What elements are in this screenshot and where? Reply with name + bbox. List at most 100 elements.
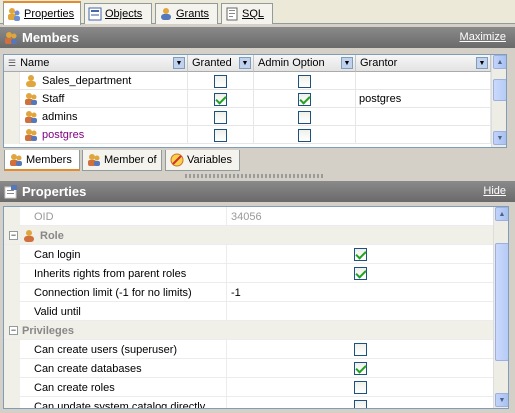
member-name: admins bbox=[42, 111, 78, 123]
scroll-up-button[interactable]: ▲ bbox=[493, 55, 506, 69]
properties-icon bbox=[4, 184, 18, 199]
admin-option-checkbox[interactable] bbox=[298, 74, 311, 88]
inherits-checkbox[interactable] bbox=[354, 267, 367, 280]
properties-scrollbar[interactable]: ▲ ▼ bbox=[493, 207, 508, 408]
tab-grants[interactable]: Grants bbox=[155, 3, 218, 24]
row-indicator bbox=[4, 126, 20, 144]
members-title: Members bbox=[22, 30, 80, 45]
grantor-cell bbox=[356, 72, 491, 90]
update-catalog-checkbox[interactable] bbox=[354, 400, 367, 408]
category-role[interactable]: − Role bbox=[4, 226, 493, 245]
table-row[interactable]: Staff postgres bbox=[4, 90, 491, 108]
group-icon bbox=[24, 110, 38, 124]
property-value bbox=[228, 340, 493, 359]
scroll-down-button[interactable]: ▼ bbox=[493, 131, 506, 145]
scroll-down-button[interactable]: ▼ bbox=[495, 393, 508, 407]
granted-checkbox[interactable] bbox=[214, 74, 227, 88]
property-label: Can create roles bbox=[4, 378, 227, 397]
tab-members-label: Members bbox=[26, 153, 72, 166]
collapse-icon[interactable]: − bbox=[9, 231, 18, 240]
tab-members[interactable]: Members bbox=[4, 150, 80, 171]
column-admin-label: Admin Option bbox=[258, 57, 325, 69]
scroll-thumb[interactable] bbox=[493, 79, 506, 101]
top-tab-bar: Properties Objects Grants SQL bbox=[0, 0, 515, 25]
property-label: Can update system catalog directly bbox=[4, 397, 227, 408]
column-name-label: Name bbox=[20, 57, 50, 69]
objects-icon bbox=[88, 7, 102, 21]
chevron-down-icon[interactable]: ▼ bbox=[341, 57, 353, 69]
granted-checkbox[interactable] bbox=[214, 92, 227, 106]
table-row[interactable]: admins bbox=[4, 108, 491, 126]
tab-variables[interactable]: Variables bbox=[165, 150, 240, 171]
create-roles-checkbox[interactable] bbox=[354, 381, 367, 394]
admin-option-checkbox[interactable] bbox=[298, 110, 311, 124]
category-label: Role bbox=[40, 229, 64, 242]
collapse-icon[interactable]: − bbox=[9, 326, 18, 335]
tab-grants-label: Grants bbox=[176, 8, 210, 20]
tab-variables-label: Variables bbox=[187, 154, 233, 166]
property-row-create-roles[interactable]: Can create roles bbox=[4, 378, 493, 397]
tab-member-of[interactable]: Member of bbox=[82, 150, 162, 171]
property-value: 34056 bbox=[231, 210, 262, 223]
property-row-oid[interactable]: OID 34056 bbox=[4, 207, 493, 226]
splitter-handle[interactable] bbox=[185, 174, 325, 178]
property-label: Can login bbox=[4, 245, 227, 264]
valid-until-field[interactable] bbox=[228, 302, 493, 321]
property-value bbox=[228, 245, 493, 264]
members-grid: ☰ Name ▼ Granted ▼ Admin Option ▼ Granto… bbox=[3, 54, 507, 148]
property-value bbox=[228, 378, 493, 397]
scroll-up-button[interactable]: ▲ bbox=[495, 207, 508, 221]
column-header-admin-option[interactable]: Admin Option ▼ bbox=[254, 55, 356, 72]
admin-option-cell bbox=[254, 126, 356, 144]
granted-cell bbox=[188, 108, 254, 126]
user-icon bbox=[159, 7, 173, 21]
property-row-create-databases[interactable]: Can create databases bbox=[4, 359, 493, 378]
tab-sql[interactable]: SQL bbox=[221, 3, 273, 24]
member-name-cell: Sales_department bbox=[20, 72, 188, 90]
admin-option-checkbox[interactable] bbox=[298, 92, 311, 106]
can-login-checkbox[interactable] bbox=[354, 248, 367, 261]
members-scrollbar[interactable]: ▲ ▼ bbox=[491, 55, 506, 147]
property-row-update-catalog[interactable]: Can update system catalog directly bbox=[4, 397, 493, 408]
property-row-can-login[interactable]: Can login bbox=[4, 245, 493, 264]
member-name: Staff bbox=[42, 93, 65, 105]
user-group-icon bbox=[7, 7, 21, 21]
chevron-down-icon[interactable]: ▼ bbox=[239, 57, 251, 69]
granted-checkbox[interactable] bbox=[214, 110, 227, 124]
admin-option-cell bbox=[254, 90, 356, 108]
table-row[interactable]: postgres bbox=[4, 126, 491, 144]
admin-option-checkbox[interactable] bbox=[298, 128, 311, 142]
members-header: Members Maximize bbox=[0, 27, 515, 48]
tab-properties[interactable]: Properties bbox=[3, 1, 81, 25]
maximize-link[interactable]: Maximize bbox=[460, 31, 506, 43]
property-label: Can create databases bbox=[4, 359, 227, 378]
tab-properties-label: Properties bbox=[24, 8, 75, 20]
column-header-name[interactable]: ☰ Name ▼ bbox=[4, 55, 188, 72]
properties-grid: OID 34056 − Role Can login Inherits righ… bbox=[3, 206, 509, 409]
hide-link[interactable]: Hide bbox=[483, 185, 506, 197]
property-row-valid-until[interactable]: Valid until bbox=[4, 302, 493, 321]
column-header-grantor[interactable]: Grantor ▼ bbox=[356, 55, 491, 72]
category-privileges[interactable]: − Privileges bbox=[4, 321, 493, 340]
tab-objects[interactable]: Objects bbox=[84, 3, 152, 24]
create-databases-checkbox[interactable] bbox=[354, 362, 367, 375]
connection-limit-field[interactable]: -1 bbox=[228, 283, 493, 302]
property-row-inherits[interactable]: Inherits rights from parent roles bbox=[4, 264, 493, 283]
property-row-create-users[interactable]: Can create users (superuser) bbox=[4, 340, 493, 359]
column-menu-icon[interactable]: ☰ bbox=[8, 58, 16, 69]
scroll-thumb[interactable] bbox=[495, 243, 508, 361]
group-icon bbox=[9, 153, 23, 167]
property-label: Valid until bbox=[4, 302, 227, 321]
member-name-cell: postgres bbox=[20, 126, 188, 144]
table-row[interactable]: Sales_department bbox=[4, 72, 491, 90]
granted-checkbox[interactable] bbox=[214, 128, 227, 142]
chevron-down-icon[interactable]: ▼ bbox=[476, 57, 488, 69]
property-label: Inherits rights from parent roles bbox=[4, 264, 227, 283]
member-name: postgres bbox=[42, 129, 85, 141]
column-header-granted[interactable]: Granted ▼ bbox=[188, 55, 254, 72]
property-row-connection-limit[interactable]: Connection limit (-1 for no limits) -1 bbox=[4, 283, 493, 302]
tab-member-of-label: Member of bbox=[104, 154, 157, 166]
chevron-down-icon[interactable]: ▼ bbox=[173, 57, 185, 69]
admin-option-cell bbox=[254, 108, 356, 126]
create-users-checkbox[interactable] bbox=[354, 343, 367, 356]
